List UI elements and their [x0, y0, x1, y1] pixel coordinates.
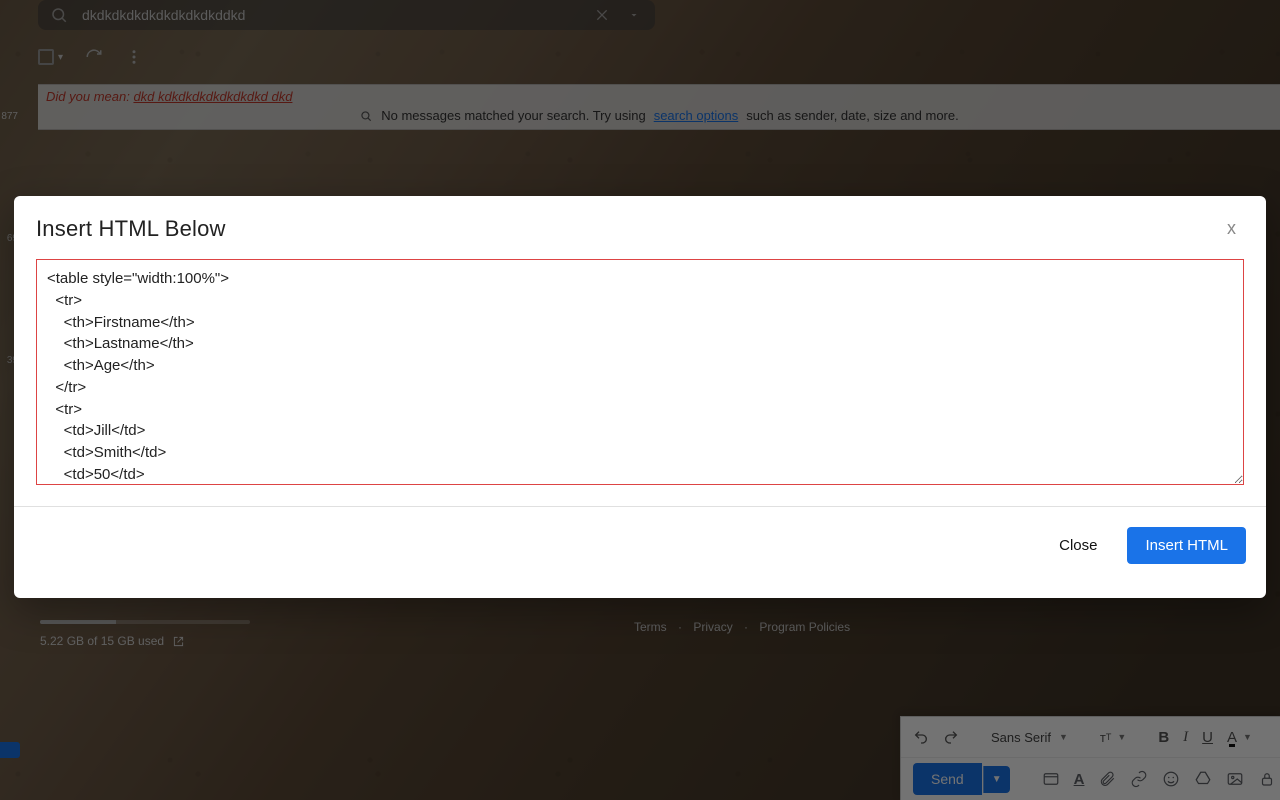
modal-title: Insert HTML Below: [36, 216, 226, 242]
modal-header: Insert HTML Below x: [14, 196, 1266, 255]
insert-html-button[interactable]: Insert HTML: [1127, 527, 1246, 564]
close-button[interactable]: Close: [1047, 527, 1109, 564]
insert-html-modal: Insert HTML Below x Close Insert HTML: [14, 196, 1266, 598]
close-icon[interactable]: x: [1219, 214, 1244, 243]
modal-footer: Close Insert HTML: [14, 507, 1266, 582]
html-textarea[interactable]: [36, 259, 1244, 485]
